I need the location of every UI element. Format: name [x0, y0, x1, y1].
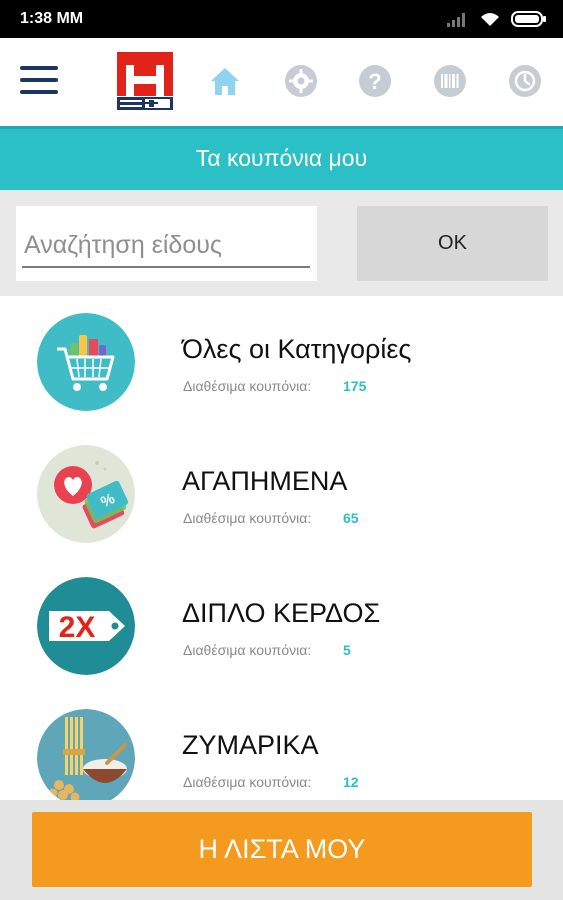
- category-row-pasta[interactable]: ΖΥΜΑΡΙΚΑ Διαθέσιμα κουπόνια: 12: [0, 692, 563, 800]
- category-row-favorites[interactable]: % ΑΓΑΠΗΜΕΝΑ Διαθέσιμα κουπόνια: 65: [0, 428, 563, 561]
- search-input[interactable]: [22, 224, 310, 268]
- barcode-icon[interactable]: [433, 64, 467, 98]
- menu-icon[interactable]: [20, 66, 58, 98]
- wifi-icon: [481, 13, 499, 26]
- search-row: ΟΚ: [0, 190, 563, 296]
- home-icon[interactable]: [208, 64, 242, 98]
- brand-logo[interactable]: [117, 52, 173, 110]
- app-bar: ?: [0, 38, 563, 126]
- ok-button[interactable]: ΟΚ: [357, 206, 548, 281]
- category-list: Όλες οι Κατηγορίες Διαθέσιμα κουπόνια: 1…: [0, 296, 563, 800]
- status-bar: 1:38 MM: [0, 0, 563, 38]
- coupon-count: 5: [343, 642, 351, 658]
- available-label: Διαθέσιμα κουπόνια:: [183, 642, 312, 658]
- coupon-count: 12: [343, 774, 359, 790]
- double-profit-tag-icon: 2X: [37, 577, 135, 675]
- search-box: [16, 206, 317, 281]
- coupon-count: 65: [343, 510, 359, 526]
- history-icon[interactable]: [508, 64, 542, 98]
- bottom-bar: Η ΛΙΣΤΑ ΜΟΥ: [0, 800, 563, 900]
- my-list-button[interactable]: Η ΛΙΣΤΑ ΜΟΥ: [32, 812, 532, 887]
- shopping-cart-icon: [37, 313, 135, 411]
- status-icons: [447, 10, 547, 28]
- category-name: Όλες οι Κατηγορίες: [182, 334, 412, 364]
- status-time: 1:38 MM: [20, 10, 84, 27]
- category-name: ΑΓΑΠΗΜΕΝΑ: [182, 466, 348, 496]
- available-label: Διαθέσιμα κουπόνια:: [183, 378, 312, 394]
- help-icon[interactable]: ?: [358, 64, 392, 98]
- category-row-all[interactable]: Όλες οι Κατηγορίες Διαθέσιμα κουπόνια: 1…: [0, 296, 563, 429]
- category-name: ΖΥΜΑΡΙΚΑ: [182, 730, 319, 760]
- category-name: ΔΙΠΛΟ ΚΕΡΔΟΣ: [182, 598, 381, 628]
- coupon-count: 175: [343, 378, 367, 394]
- settings-icon[interactable]: [284, 64, 318, 98]
- signal-icon: [447, 13, 465, 27]
- page-title: Τα κουπόνια μου: [195, 145, 368, 171]
- favorites-tag-icon: %: [37, 445, 135, 543]
- category-row-double-profit[interactable]: 2X ΔΙΠΛΟ ΚΕΡΔΟΣ Διαθέσιμα κουπόνια: 5: [0, 560, 563, 693]
- svg-text:2X: 2X: [59, 611, 96, 644]
- available-label: Διαθέσιμα κουπόνια:: [183, 774, 312, 790]
- available-label: Διαθέσιμα κουπόνια:: [183, 510, 312, 526]
- page-title-bar: Τα κουπόνια μου: [0, 126, 563, 190]
- svg-text:?: ?: [368, 69, 381, 94]
- pasta-icon: [37, 709, 135, 800]
- battery-icon: [511, 11, 546, 27]
